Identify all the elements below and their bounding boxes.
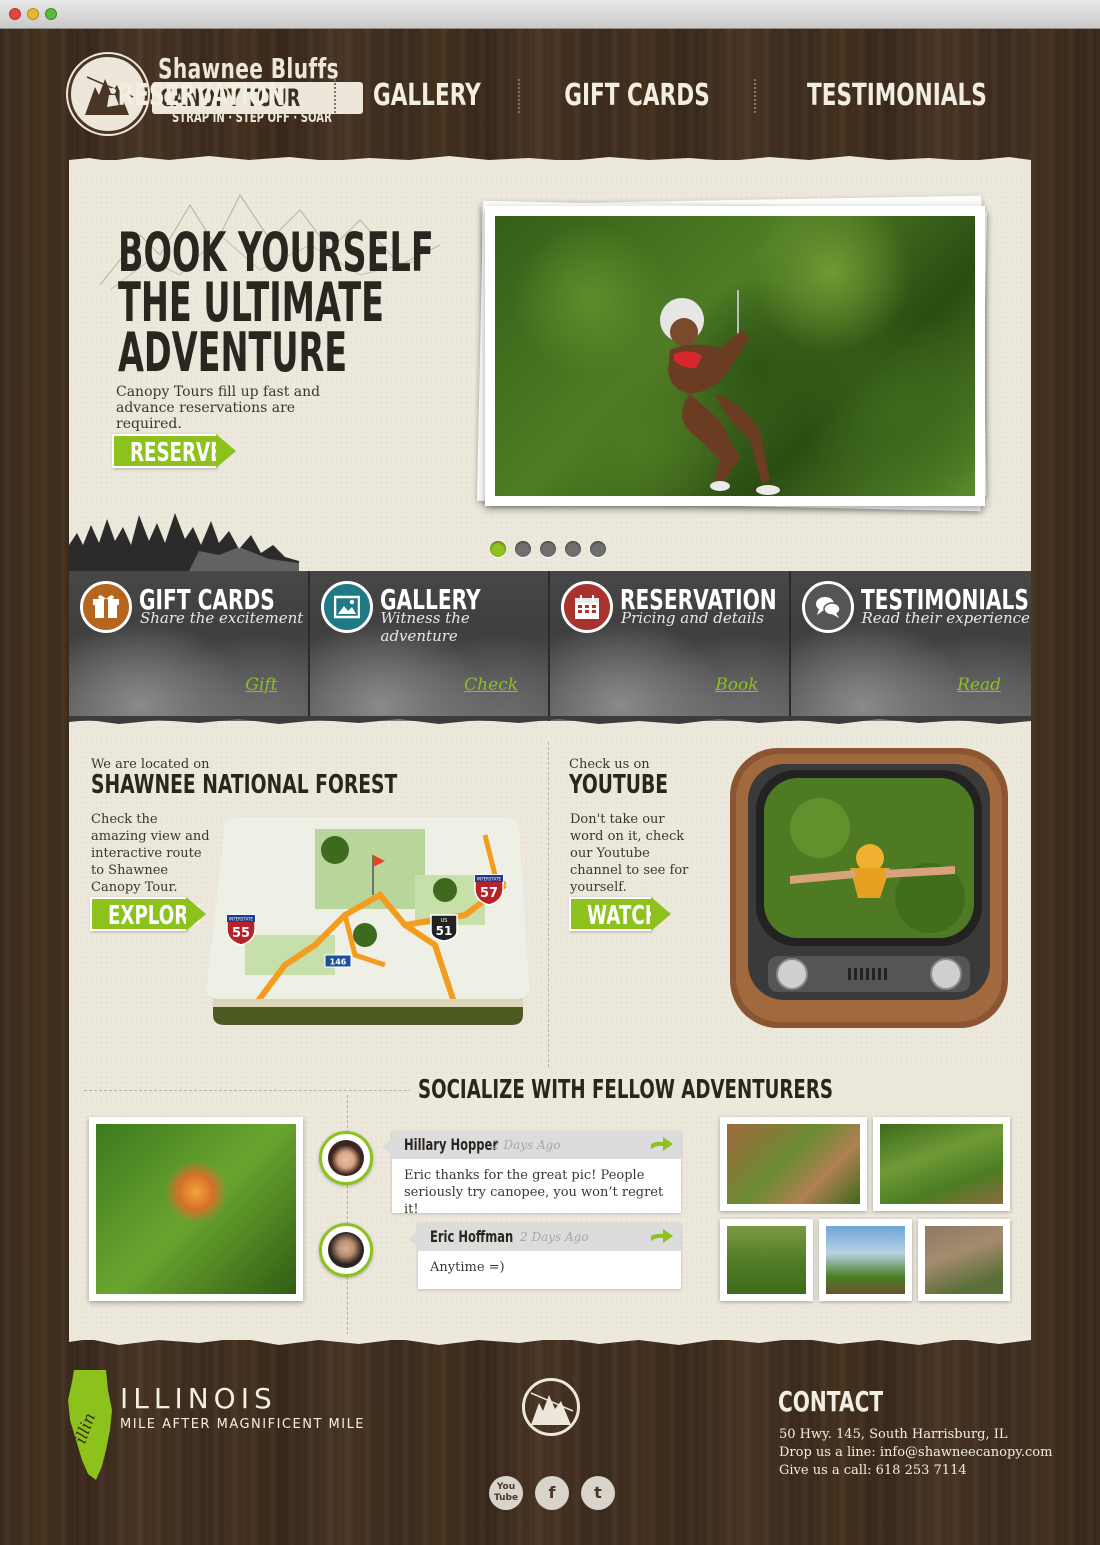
book-link[interactable]: Book (715, 675, 758, 695)
maximize-window-icon[interactable] (45, 8, 57, 20)
feature-subtitle: Pricing and details (621, 609, 765, 627)
youtube-icon[interactable]: You Tube (489, 1476, 523, 1510)
zipline-rider-image (660, 290, 780, 495)
torn-edge-top (69, 156, 1031, 166)
gift-link[interactable]: Gift (245, 675, 277, 695)
gallery-thumbnail[interactable] (873, 1117, 1010, 1211)
svg-text:51: 51 (436, 924, 453, 938)
slide-indicators (490, 541, 606, 557)
speech-bubbles-icon (801, 581, 854, 633)
feature-subtitle: Share the excitement (140, 609, 304, 627)
svg-text:INTERSTATE: INTERSTATE (477, 877, 501, 882)
contact-phone[interactable]: Give us a call: 618 253 7114 (779, 1462, 1052, 1480)
trees-silhouette (69, 513, 299, 571)
minimize-window-icon[interactable] (27, 8, 39, 20)
slide-dot[interactable] (515, 541, 531, 557)
route-146-shield: 146 (324, 954, 352, 968)
comment-bubble: Eric Hoffman 2 Days Ago Anytime =) (408, 1223, 681, 1289)
nav-gallery[interactable]: GALLERY (342, 76, 512, 116)
nav-divider (518, 79, 521, 113)
contact-email[interactable]: Drop us a line: info@shawneecanopy.com (779, 1444, 1052, 1462)
location-text: Check the amazing view and interactive r… (91, 812, 210, 895)
feature-testimonials[interactable]: TESTIMONIALS Read their experience Read (790, 571, 1031, 721)
us-51-shield: US 51 (430, 914, 458, 942)
svg-text:55: 55 (232, 926, 250, 941)
gift-icon (80, 581, 132, 633)
hero-text: Canopy Tours fill up fast and advance re… (116, 384, 321, 432)
interstate-57-shield: INTERSTATE 57 (474, 874, 504, 906)
feature-subtitle: Witness the adventure (380, 609, 470, 645)
slide-dot[interactable] (590, 541, 606, 557)
feature-subtitle: Read their experience (861, 609, 1030, 627)
gallery-thumbnail[interactable] (720, 1219, 813, 1301)
nav-divider (754, 79, 757, 113)
svg-text:INTERSTATE: INTERSTATE (229, 917, 253, 922)
feature-gallery[interactable]: GALLERY Witness the adventure Check (309, 571, 550, 721)
illinois-title: ILLINOIS (120, 1382, 277, 1415)
hero-title: BOOK YOURSELF THE ULTIMATE ADVENTURE (118, 221, 434, 384)
youtube-tv-icon[interactable] (730, 748, 1008, 1028)
route-map[interactable]: INTERSTATE 55 INTERSTATE 57 US 51 146 (205, 815, 530, 1025)
comment-text: Anytime =) (430, 1260, 505, 1275)
youtube-text: Don't take our word on it, check our You… (570, 812, 689, 895)
torn-edge-bottom (69, 1334, 1031, 1345)
svg-text:57: 57 (480, 886, 498, 901)
twitter-icon[interactable]: t (581, 1476, 615, 1510)
nav-testimonials[interactable]: TESTIMONIALS (762, 76, 1032, 116)
reply-arrow-icon[interactable] (651, 1229, 673, 1243)
slide-dot[interactable] (490, 541, 506, 557)
illinois-map-icon: illin (68, 1370, 112, 1480)
comment-text: Eric thanks for the great pic! People se… (404, 1168, 664, 1217)
feature-reservation[interactable]: RESERVATION Pricing and details Book (550, 571, 791, 721)
nav-gift-cards[interactable]: GIFT CARDS (526, 76, 748, 116)
gallery-thumbnail[interactable] (819, 1219, 912, 1301)
comment-time: 2 Days Ago (520, 1230, 589, 1244)
slide-dot[interactable] (565, 541, 581, 557)
nav-divider (334, 79, 337, 113)
feature-strip: GIFT CARDS Share the excitement Gift GAL… (69, 571, 1031, 721)
social-links: You Tube f t (489, 1476, 615, 1510)
gallery-thumbnail[interactable] (720, 1117, 867, 1211)
illinois-subtitle: MILE AFTER MAGNIFICENT MILE (120, 1417, 366, 1432)
footer-logo-icon[interactable] (522, 1378, 580, 1436)
comment-time: 2 Days Ago (492, 1138, 561, 1152)
avatar[interactable] (319, 1223, 373, 1277)
watch-button[interactable]: WATCH (569, 897, 671, 931)
contact-info: 50 Hwy. 145, South Harrisburg, IL Drop u… (779, 1426, 1052, 1480)
avatar[interactable] (319, 1131, 373, 1185)
torn-edge-strip (69, 716, 1031, 724)
explore-button[interactable]: EXPLORE (90, 897, 206, 931)
picture-icon (320, 581, 373, 633)
reserve-button[interactable]: RESERVE (112, 434, 236, 468)
interstate-55-shield: INTERSTATE 55 (226, 914, 256, 946)
nav-reservation[interactable]: RESERVATION (75, 76, 328, 116)
contact-title: CONTACT (778, 1385, 884, 1418)
feature-gift-cards[interactable]: GIFT CARDS Share the excitement Gift (69, 571, 310, 721)
close-window-icon[interactable] (9, 8, 21, 20)
gallery-thumbnail[interactable] (918, 1219, 1010, 1301)
check-link[interactable]: Check (464, 675, 518, 695)
reply-arrow-icon[interactable] (651, 1137, 673, 1151)
browser-chrome (0, 0, 1100, 29)
comment-author[interactable]: Hillary Hopper (404, 1131, 498, 1159)
youtube-title: YOUTUBE (569, 770, 669, 800)
read-link[interactable]: Read (957, 675, 1001, 695)
comment-author[interactable]: Eric Hoffman (430, 1223, 513, 1251)
svg-text:146: 146 (330, 958, 347, 967)
featured-photo[interactable] (89, 1117, 303, 1301)
comment-bubble: Hillary Hopper 2 Days Ago Eric thanks fo… (382, 1131, 681, 1217)
facebook-icon[interactable]: f (535, 1476, 569, 1510)
calendar-icon (561, 581, 613, 633)
slide-dot[interactable] (540, 541, 556, 557)
social-section-title: SOCIALIZE WITH FELLOW ADVENTURERS (410, 1075, 1019, 1105)
section-divider (548, 742, 549, 1067)
contact-address: 50 Hwy. 145, South Harrisburg, IL (779, 1427, 1008, 1442)
location-title: SHAWNEE NATIONAL FOREST (91, 770, 398, 800)
main-nav: RESERVATION GALLERY GIFT CARDS TESTIMONI… (75, 76, 1032, 116)
